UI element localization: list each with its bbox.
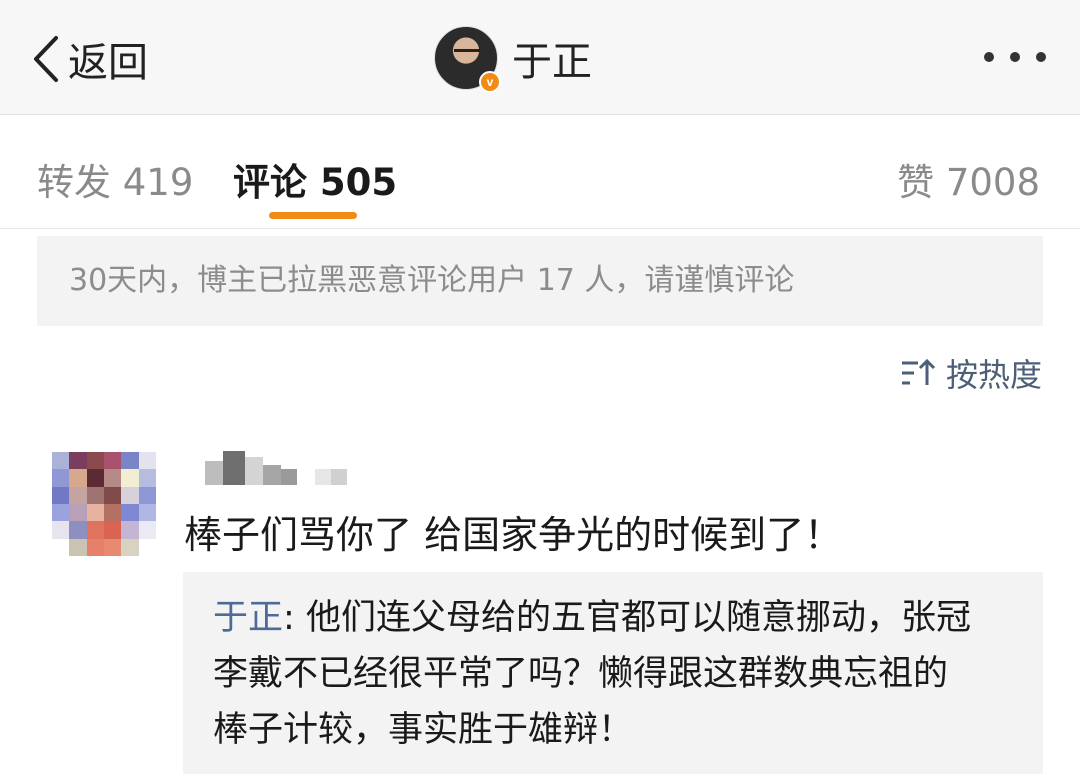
reply-text-1: 他们连父母给的五官都可以随意挪动，张冠 [305, 598, 971, 638]
commenter-name-pixelated[interactable] [205, 451, 353, 487]
profile-header[interactable]: v 于正 [434, 26, 592, 93]
tab-bar: 转发 419 评论 505 赞 7008 [0, 116, 1080, 229]
commenter-avatar[interactable] [52, 452, 156, 556]
dot [1036, 52, 1046, 62]
reply-text-3: 棒子计较，事实胜于雄辩！ [213, 710, 634, 750]
tab-comments[interactable]: 评论 505 [233, 152, 397, 206]
sort-button[interactable]: 按热度 [900, 350, 1042, 396]
reply-author-link[interactable]: 于正 [213, 598, 283, 638]
sort-icon [901, 358, 936, 385]
sort-label: 按热度 [945, 356, 1042, 394]
verified-badge-icon: v [479, 71, 501, 93]
dot [984, 52, 994, 62]
active-tab-indicator [269, 212, 357, 219]
reply-line-1: 于正: 他们连父母给的五官都可以随意挪动，张冠 [213, 590, 1013, 646]
comment-text: 棒子们骂你了 给国家争光的时候到了！ [184, 513, 843, 557]
tab-likes[interactable]: 赞 7008 [897, 152, 1040, 206]
back-label: 返回 [68, 40, 148, 86]
chevron-left-icon [34, 36, 58, 82]
author-reply[interactable]: 于正: 他们连父母给的五官都可以随意挪动，张冠 李戴不已经很平常了吗？懒得跟这群… [183, 572, 1043, 774]
avatar-glasses [454, 49, 480, 57]
dot [1010, 52, 1020, 62]
reply-separator: : [283, 598, 306, 638]
reply-text-2: 李戴不已经很平常了吗？懒得跟这群数典忘祖的 [213, 654, 949, 694]
avatar[interactable]: v [434, 26, 501, 93]
back-button[interactable]: 返回 [30, 30, 148, 88]
tab-repost[interactable]: 转发 419 [37, 152, 193, 206]
profile-name: 于正 [512, 39, 592, 85]
top-nav-bar: 返回 v 于正 [0, 0, 1080, 115]
more-dots-icon[interactable] [984, 45, 1046, 69]
block-notice: 30天内，博主已拉黑恶意评论用户 17 人，请谨慎评论 [37, 236, 1043, 326]
